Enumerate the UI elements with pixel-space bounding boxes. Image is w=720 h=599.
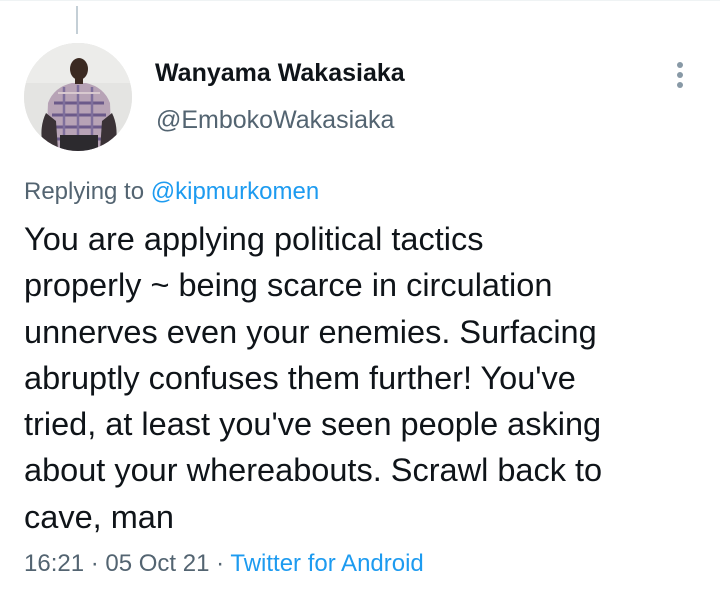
tweet-source-link[interactable]: Twitter for Android	[230, 550, 423, 577]
more-vertical-icon[interactable]	[666, 60, 694, 90]
meta-separator: ·	[84, 550, 106, 577]
tweet-time[interactable]: 16:21	[24, 550, 84, 577]
tweet-text-line: abruptly confuses them further! You've	[24, 359, 576, 396]
replying-to-label: Replying to	[24, 178, 151, 205]
tweet-date[interactable]: 05 Oct 21	[105, 550, 209, 577]
top-divider	[0, 0, 720, 1]
author-display-name[interactable]: Wanyama Wakasiaka	[155, 59, 405, 88]
meta-separator: ·	[209, 550, 231, 577]
thread-connector-line	[76, 6, 78, 34]
author-handle[interactable]: @EmbokoWakasiaka	[156, 106, 394, 135]
tweet-text-line: about your whereabouts. Scrawl back to	[24, 452, 603, 489]
tweet-text-line: You are applying political tactics	[24, 221, 484, 257]
reply-mention-link[interactable]: @kipmurkomen	[151, 178, 319, 205]
avatar-image	[24, 43, 132, 151]
avatar[interactable]	[24, 43, 132, 151]
tweet-text-line: cave, man	[24, 498, 174, 535]
tweet-text-line: tried, at least you've seen people askin…	[24, 406, 602, 443]
tweet-detail: Wanyama Wakasiaka @EmbokoWakasiaka Reply…	[0, 0, 720, 599]
tweet-metadata: 16:21 · 05 Oct 21 · Twitter for Android	[24, 550, 424, 578]
more-dot	[677, 72, 683, 78]
more-dot	[677, 82, 683, 88]
tweet-text: You are applying political tactics prope…	[24, 216, 709, 540]
tweet-text-line: properly ~ being scarce in circulation	[24, 267, 553, 304]
replying-to: Replying to @kipmurkomen	[24, 178, 319, 206]
more-dot	[677, 62, 683, 68]
tweet-text-line: unnerves even your enemies. Surfacing	[24, 313, 597, 350]
